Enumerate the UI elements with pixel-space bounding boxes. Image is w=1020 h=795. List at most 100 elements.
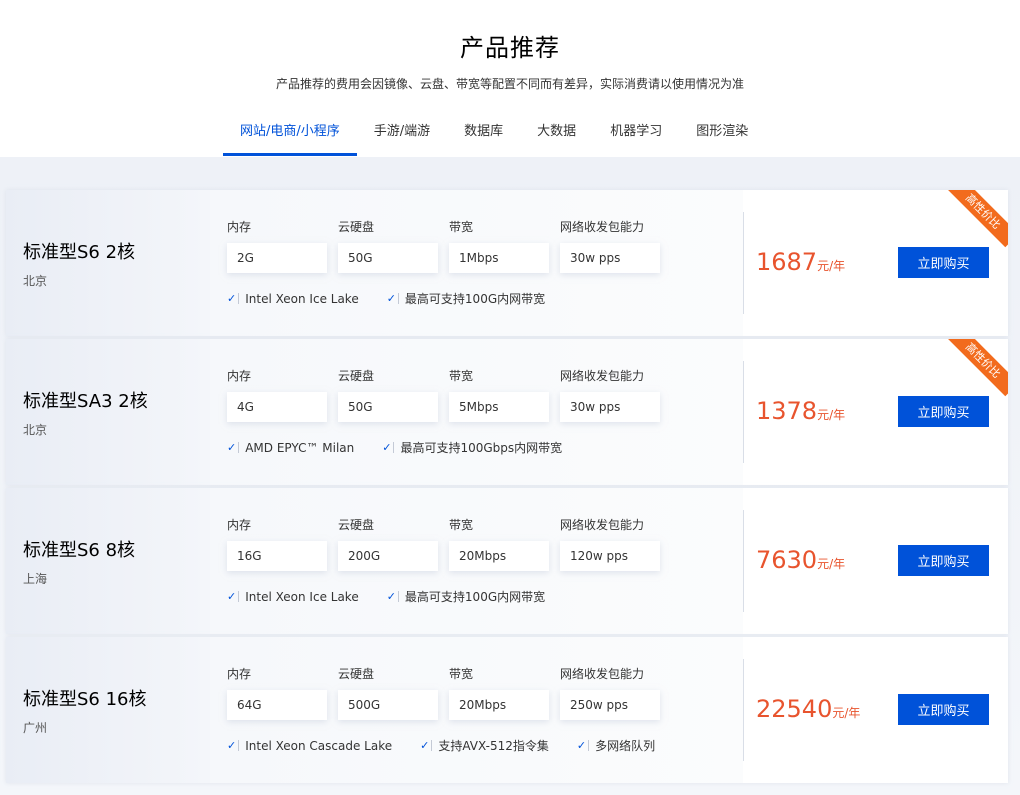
page-subtitle: 产品推荐的费用会因镜像、云盘、带宽等配置不同而有差异，实际消费请以使用情况为准	[275, 77, 744, 91]
tab-website-ecommerce[interactable]: 网站/电商/小程序	[223, 108, 357, 156]
price-panel: 1687元/年 立即购买	[743, 190, 1008, 336]
feature-list: ✓ Intel Xeon Ice Lake ✓ 最高可支持100G内网带宽	[227, 290, 743, 307]
check-icon: ✓	[382, 442, 395, 453]
feature-label: AMD EPYC™ Milan	[245, 440, 355, 455]
price-panel: 7630元/年 立即购买	[743, 488, 1008, 634]
check-icon: ✓	[577, 740, 590, 751]
check-icon: ✓	[387, 293, 399, 304]
memory-label: 内存	[227, 667, 252, 681]
product-region: 上海	[23, 572, 48, 586]
price-panel: 1378元/年 立即购买	[743, 339, 1008, 485]
product-specs: 内存 4G 云硬盘 50G 带宽 5Mbps 网络收发包能力 30w pps ✓ AMD …	[210, 339, 743, 485]
pps-value: 30w pps	[560, 392, 660, 422]
feature-label: 多网络队列	[595, 739, 656, 753]
product-region: 北京	[23, 423, 48, 437]
category-tabs: 网站/电商/小程序 手游/端游 数据库 大数据 机器学习 图形渲染	[223, 108, 765, 156]
memory-value: 16G	[227, 541, 327, 571]
product-card: 标准型SA3 2核 北京 内存 4G 云硬盘 50G 带宽 5Mbps 网络收发包能力…	[6, 339, 1008, 485]
divider	[743, 212, 744, 314]
tab-machine-learning[interactable]: 机器学习	[593, 108, 679, 156]
price: 7630元/年	[756, 546, 845, 574]
disk-label: 云硬盘	[338, 667, 375, 681]
disk-label: 云硬盘	[338, 518, 375, 532]
buy-now-button[interactable]: 立即购买	[898, 396, 989, 427]
feature-list: ✓ AMD EPYC™ Milan ✓ 最高可支持100Gbps内网带宽	[227, 439, 743, 456]
product-card: 标准型S6 2核 北京 内存 2G 云硬盘 50G 带宽 1Mbps 网络收发包能力 3…	[6, 190, 1008, 336]
tab-games[interactable]: 手游/端游	[357, 108, 447, 156]
feature-label: Intel Xeon Ice Lake	[245, 291, 359, 306]
memory-value: 2G	[227, 243, 327, 273]
feature-list: ✓ Intel Xeon Ice Lake ✓ 最高可支持100G内网带宽	[227, 588, 743, 605]
product-info: 标准型S6 8核 上海	[6, 488, 210, 634]
feature-item: ✓ 支持AVX-512指令集	[420, 737, 549, 754]
disk-value: 200G	[338, 541, 438, 571]
feature-item: ✓ AMD EPYC™ Milan	[227, 439, 354, 456]
memory-value: 4G	[227, 392, 327, 422]
buy-now-button[interactable]: 立即购买	[898, 247, 989, 278]
divider	[743, 510, 744, 612]
product-region: 广州	[23, 721, 48, 735]
price-value: 1687	[756, 248, 818, 276]
product-specs: 内存 64G 云硬盘 500G 带宽 20Mbps 网络收发包能力 250w pps ✓…	[210, 637, 743, 783]
disk-label: 云硬盘	[338, 369, 375, 383]
bandwidth-value: 20Mbps	[449, 541, 549, 571]
pps-label: 网络收发包能力	[560, 518, 645, 532]
product-region: 北京	[23, 274, 48, 288]
buy-now-button[interactable]: 立即购买	[898, 545, 989, 576]
divider	[743, 361, 744, 463]
feature-item: ✓ 最高可支持100G内网带宽	[387, 588, 545, 605]
product-card: 标准型S6 16核 广州 内存 64G 云硬盘 500G 带宽 20Mbps 网络收发…	[6, 637, 1008, 783]
tab-graphics-rendering[interactable]: 图形渲染	[679, 108, 765, 156]
bandwidth-label: 带宽	[449, 220, 474, 234]
pps-value: 120w pps	[560, 541, 660, 571]
price-value: 22540	[756, 695, 833, 723]
bandwidth-label: 带宽	[449, 518, 474, 532]
product-list: 标准型S6 2核 北京 内存 2G 云硬盘 50G 带宽 1Mbps 网络收发包能力 3…	[0, 157, 1020, 795]
product-info: 标准型S6 2核 北京	[6, 190, 210, 336]
bandwidth-label: 带宽	[449, 369, 474, 383]
feature-label: 支持AVX-512指令集	[438, 739, 549, 753]
feature-item: ✓ Intel Xeon Ice Lake	[227, 290, 359, 307]
pps-label: 网络收发包能力	[560, 369, 645, 383]
tab-database[interactable]: 数据库	[447, 108, 520, 156]
product-name: 标准型S6 8核	[23, 540, 136, 561]
feature-item: ✓ 多网络队列	[577, 737, 655, 754]
check-icon: ✓	[227, 740, 240, 751]
disk-label: 云硬盘	[338, 220, 375, 234]
bandwidth-value: 5Mbps	[449, 392, 549, 422]
pps-label: 网络收发包能力	[560, 220, 645, 234]
pps-value: 250w pps	[560, 690, 660, 720]
pps-value: 30w pps	[560, 243, 660, 273]
memory-value: 64G	[227, 690, 327, 720]
price-value: 7630	[756, 546, 818, 574]
check-icon: ✓	[227, 442, 240, 453]
price-unit: 元/年	[817, 259, 846, 273]
buy-now-button[interactable]: 立即购买	[898, 694, 989, 725]
page-header: 产品推荐 产品推荐的费用会因镜像、云盘、带宽等配置不同而有差异，实际消费请以使用…	[0, 0, 1020, 157]
check-icon: ✓	[227, 591, 240, 602]
feature-label: Intel Xeon Cascade Lake	[245, 738, 393, 753]
check-icon: ✓	[420, 740, 433, 751]
price-unit: 元/年	[832, 706, 861, 720]
price-value: 1378	[756, 397, 818, 425]
price: 1687元/年	[756, 248, 845, 276]
page-title: 产品推荐	[460, 34, 560, 62]
feature-item: ✓ Intel Xeon Ice Lake	[227, 588, 359, 605]
product-info: 标准型S6 16核 广州	[6, 637, 210, 783]
feature-item: ✓ 最高可支持100G内网带宽	[387, 290, 545, 307]
price-unit: 元/年	[817, 557, 846, 571]
divider	[743, 659, 744, 761]
feature-item: ✓ 最高可支持100Gbps内网带宽	[382, 439, 562, 456]
tab-big-data[interactable]: 大数据	[520, 108, 593, 156]
price-unit: 元/年	[817, 408, 846, 422]
feature-label: 最高可支持100G内网带宽	[404, 590, 546, 604]
bandwidth-value: 1Mbps	[449, 243, 549, 273]
disk-value: 50G	[338, 243, 438, 273]
memory-label: 内存	[227, 220, 252, 234]
product-name: 标准型S6 16核	[23, 689, 147, 710]
product-name: 标准型SA3 2核	[23, 391, 148, 412]
feature-label: 最高可支持100Gbps内网带宽	[400, 441, 563, 455]
price-panel: 22540元/年 立即购买	[743, 637, 1008, 783]
feature-item: ✓ Intel Xeon Cascade Lake	[227, 737, 392, 754]
feature-list: ✓ Intel Xeon Cascade Lake ✓ 支持AVX-512指令集 ✓…	[227, 737, 743, 754]
